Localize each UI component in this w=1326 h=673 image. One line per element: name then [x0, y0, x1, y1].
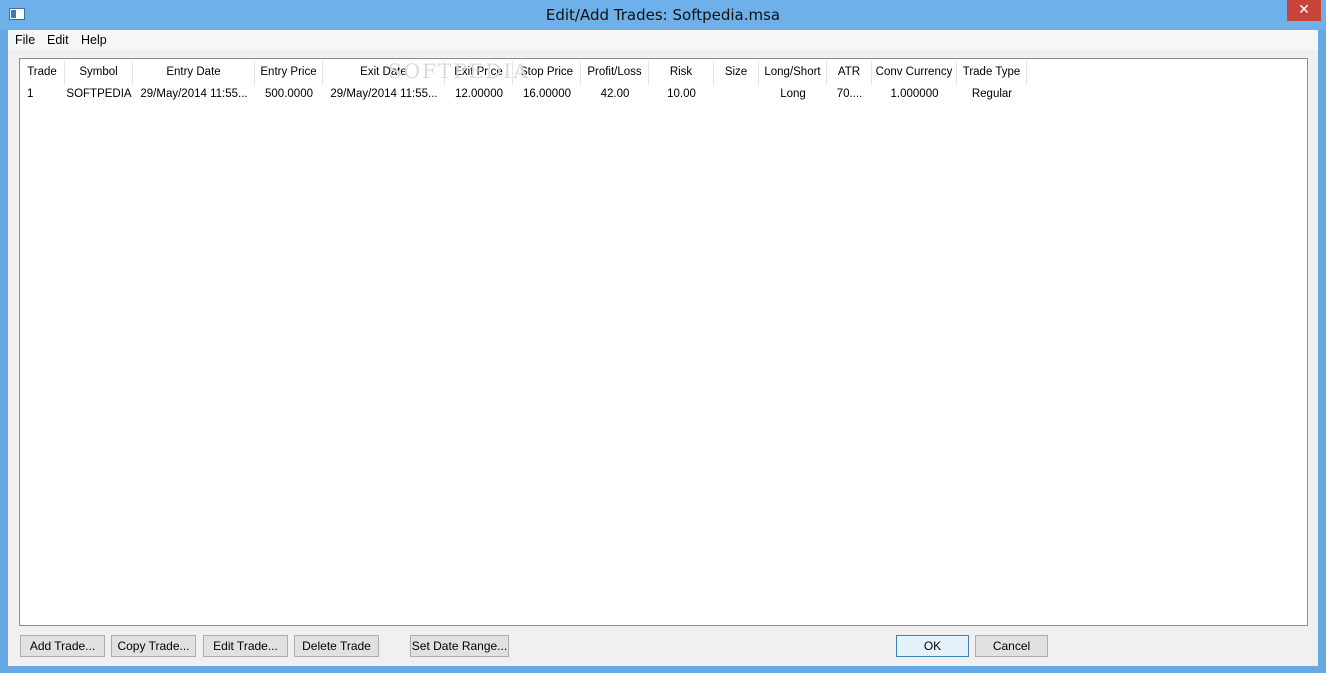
- cell-exit-date: 29/May/2014 11:55...: [330, 88, 438, 100]
- cell-atr: 70....: [836, 88, 863, 100]
- col-header-trade-type[interactable]: Trade Type: [957, 61, 1027, 85]
- client-area: File Edit Help Trade Symbol Entry Date E…: [8, 30, 1318, 666]
- trades-list[interactable]: Trade Symbol Entry Date Entry Price Exit…: [19, 58, 1308, 626]
- col-header-risk[interactable]: Risk: [649, 61, 714, 85]
- add-trade-button[interactable]: Add Trade...: [20, 635, 105, 657]
- set-date-range-button[interactable]: Set Date Range...: [410, 635, 509, 657]
- cell-conv-currency: 1.000000: [890, 88, 939, 100]
- window: Edit/Add Trades: Softpedia.msa ✕ File Ed…: [0, 0, 1326, 673]
- cell-entry-date: 29/May/2014 11:55...: [140, 88, 248, 100]
- menu-bar: File Edit Help: [8, 30, 1318, 50]
- cell-trade: 1: [27, 88, 34, 100]
- col-header-long-short[interactable]: Long/Short: [759, 61, 827, 85]
- col-header-stop-price[interactable]: Stop Price: [513, 61, 581, 85]
- col-header-atr[interactable]: ATR: [827, 61, 872, 85]
- cell-exit-price: 12.00000: [455, 88, 503, 100]
- edit-trade-button[interactable]: Edit Trade...: [203, 635, 288, 657]
- delete-trade-button[interactable]: Delete Trade: [294, 635, 379, 657]
- cancel-button[interactable]: Cancel: [975, 635, 1048, 657]
- col-header-size[interactable]: Size: [714, 61, 759, 85]
- table-row[interactable]: 1 SOFTPEDIA 29/May/2014 11:55... 500.000…: [20, 86, 1028, 103]
- cell-symbol: SOFTPEDIA: [66, 88, 132, 100]
- cell-stop-price: 16.00000: [523, 88, 571, 100]
- col-header-symbol[interactable]: Symbol: [65, 61, 133, 85]
- menu-file[interactable]: File: [15, 33, 35, 47]
- cell-trade-type: Regular: [971, 88, 1013, 100]
- col-header-exit-price[interactable]: Exit Price: [445, 61, 513, 85]
- menu-edit[interactable]: Edit: [47, 33, 69, 47]
- table-header: Trade Symbol Entry Date Entry Price Exit…: [20, 61, 1028, 85]
- cell-long-short: Long: [780, 88, 806, 100]
- col-header-exit-date[interactable]: Exit Date: [323, 61, 445, 85]
- window-title: Edit/Add Trades: Softpedia.msa: [545, 6, 781, 24]
- copy-trade-button[interactable]: Copy Trade...: [111, 635, 196, 657]
- ok-button[interactable]: OK: [896, 635, 969, 657]
- col-header-conv-currency[interactable]: Conv Currency: [872, 61, 957, 85]
- col-header-entry-price[interactable]: Entry Price: [255, 61, 323, 85]
- title-bar[interactable]: Edit/Add Trades: Softpedia.msa ✕: [0, 0, 1326, 30]
- col-header-profit-loss[interactable]: Profit/Loss: [581, 61, 649, 85]
- menu-help[interactable]: Help: [81, 33, 107, 47]
- close-button[interactable]: ✕: [1287, 0, 1321, 21]
- cell-entry-price: 500.0000: [265, 88, 313, 100]
- cell-profit-loss: 42.00: [600, 88, 630, 100]
- cell-risk: 10.00: [667, 88, 696, 100]
- col-header-entry-date[interactable]: Entry Date: [133, 61, 255, 85]
- col-header-trade[interactable]: Trade: [20, 61, 65, 85]
- cell-size: [714, 86, 759, 103]
